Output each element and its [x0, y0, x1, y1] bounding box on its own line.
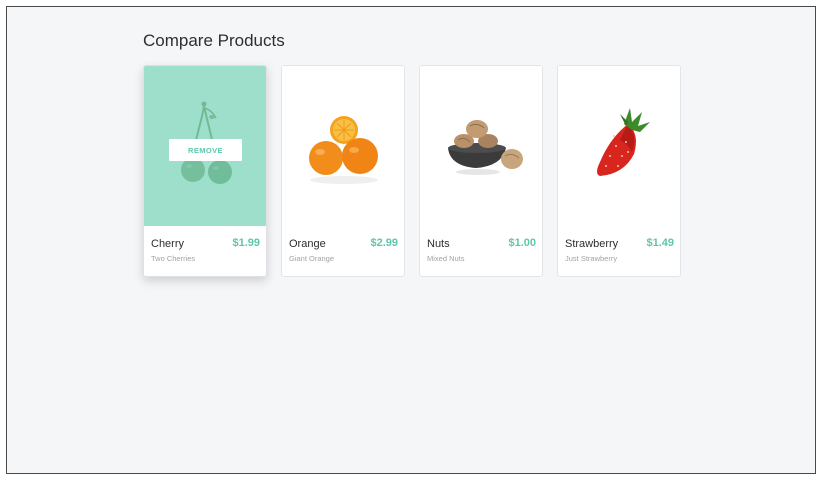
product-card-strawberry[interactable]: Strawberry $1.49 Just Strawberry [557, 65, 681, 277]
orange-icon [309, 116, 378, 184]
product-price: $1.00 [508, 237, 536, 249]
nuts-icon [448, 120, 523, 175]
product-list: REMOVE Cherry $1.99 Two Cherries Orange … [143, 65, 681, 277]
product-name: Cherry [151, 238, 185, 250]
product-name: Strawberry [565, 238, 619, 250]
product-subtitle: Mixed Nuts [427, 254, 465, 263]
product-price: $2.99 [370, 237, 398, 249]
product-card-nuts[interactable]: Nuts $1.00 Mixed Nuts [419, 65, 543, 277]
strawberry-icon [597, 108, 650, 176]
product-subtitle: Just Strawberry [565, 254, 618, 263]
remove-button[interactable]: REMOVE [169, 139, 242, 161]
product-subtitle: Two Cherries [151, 254, 196, 263]
app-frame: Compare Products REMOVE Cherry $1.99 Two… [6, 6, 816, 474]
product-image [558, 66, 680, 226]
product-price: $1.99 [232, 237, 260, 249]
hover-overlay: REMOVE [144, 66, 266, 226]
product-image [420, 66, 542, 226]
product-card-orange[interactable]: Orange $2.99 Giant Orange [281, 65, 405, 277]
product-subtitle: Giant Orange [289, 254, 335, 263]
page-title: Compare Products [143, 31, 285, 50]
product-name: Orange [289, 238, 326, 250]
product-image [282, 66, 404, 226]
product-name: Nuts [427, 238, 450, 250]
product-price: $1.49 [646, 237, 674, 249]
product-card-cherry[interactable]: REMOVE Cherry $1.99 Two Cherries [143, 65, 267, 277]
